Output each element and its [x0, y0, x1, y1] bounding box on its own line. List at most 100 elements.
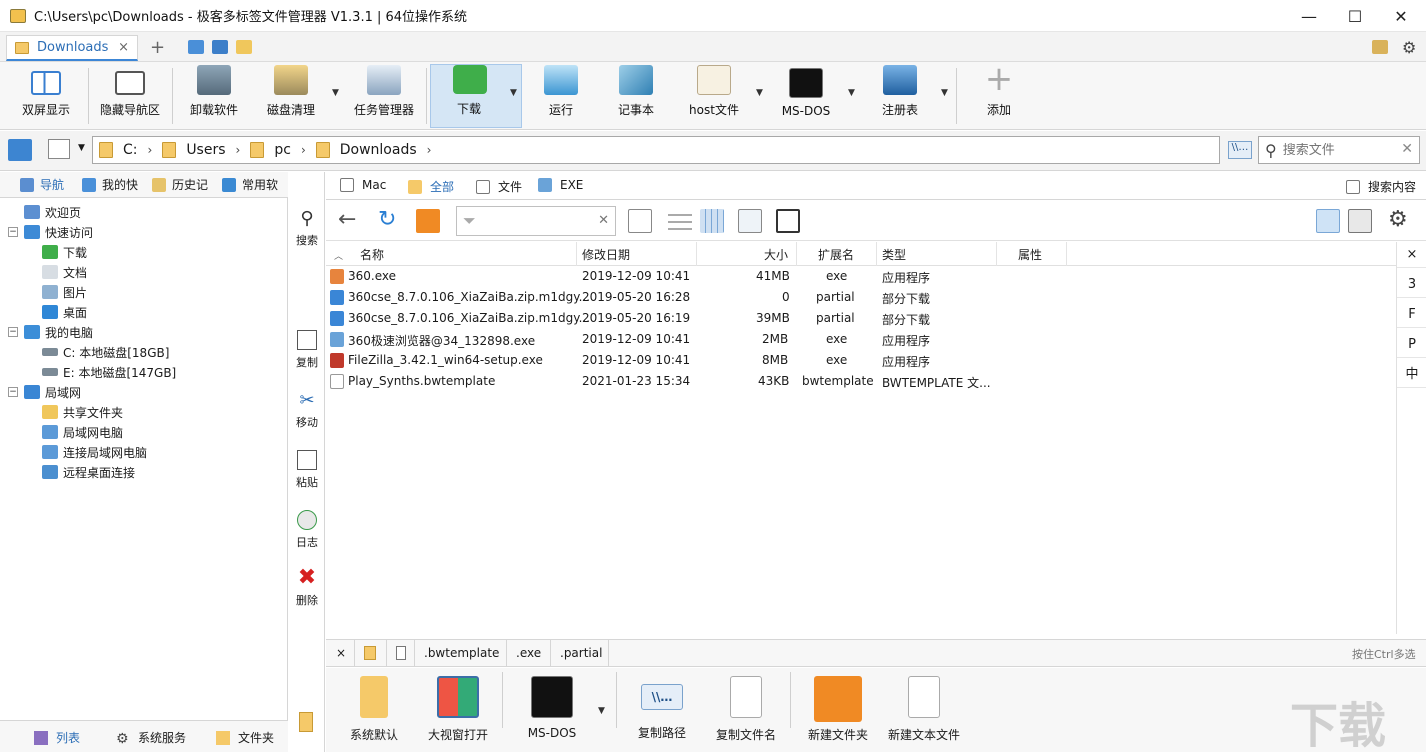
index-3[interactable]: 3 [1397, 272, 1426, 298]
folder-icon[interactable] [299, 712, 313, 732]
msdos-button[interactable]: MS-DOS [770, 64, 842, 128]
column-modified-date[interactable]: 修改日期 [582, 246, 630, 263]
index-f[interactable]: F [1397, 302, 1426, 328]
minimize-button[interactable]: — [1286, 0, 1332, 32]
calendar-icon[interactable] [628, 209, 652, 233]
index-close[interactable]: × [1397, 242, 1426, 268]
download-dropdown[interactable]: ▼ [510, 88, 517, 98]
back-arrow-icon[interactable]: ← [338, 209, 362, 233]
share-icon[interactable] [188, 40, 204, 54]
open-external-icon[interactable] [776, 209, 800, 233]
tree-item-desktop[interactable]: 桌面 [42, 302, 87, 322]
tab-files[interactable]: 文件 [476, 178, 522, 195]
filter-input[interactable]: ⏷ ✕ [456, 206, 616, 236]
settings-gear-icon[interactable]: ⚙ [1402, 38, 1418, 57]
folder-view-icon[interactable] [212, 40, 228, 54]
tab-exe[interactable]: EXE [538, 178, 583, 192]
uninstall-button[interactable]: 卸载软件 [178, 64, 250, 128]
column-divider[interactable] [576, 242, 577, 266]
column-extension[interactable]: 扩展名 [818, 246, 854, 263]
index-p[interactable]: P [1397, 332, 1426, 358]
settings-gear-icon[interactable]: ⚙ [1388, 209, 1412, 233]
notepad-button[interactable]: 记事本 [600, 64, 672, 128]
column-divider[interactable] [796, 242, 797, 266]
disk-cleanup-dropdown[interactable]: ▼ [332, 88, 339, 98]
properties-icon[interactable] [738, 209, 762, 233]
tab-system-services[interactable]: ⚙ 系统服务 [116, 729, 186, 747]
close-button[interactable]: ✕ [1378, 0, 1424, 32]
tree-item-documents[interactable]: 文档 [42, 262, 87, 282]
folder-clock-icon[interactable] [236, 40, 252, 54]
details-view-icon[interactable] [1316, 209, 1340, 233]
tree-item-drive-c[interactable]: C: 本地磁盘[18GB] [42, 342, 169, 362]
crumb-drive[interactable]: C: › [99, 142, 152, 158]
host-file-dropdown[interactable]: ▼ [756, 88, 763, 98]
tree-item-quick-access[interactable]: − 快速访问 [8, 222, 93, 242]
tab-mac[interactable]: Mac [340, 178, 386, 192]
new-text-file-button[interactable]: 新建文本文件 [884, 676, 964, 743]
copy-path-icon[interactable]: \\… [1228, 141, 1252, 159]
settings-folder-icon[interactable] [8, 139, 32, 161]
tree-item-lan[interactable]: − 局域网 [8, 382, 81, 402]
file-row[interactable]: Play_Synths.bwtemplate 2021-01-23 15:34 … [326, 371, 1396, 392]
task-manager-button[interactable]: 任务管理器 [346, 64, 422, 128]
search-box[interactable]: ⚲ ✕ [1258, 136, 1420, 164]
log-action-button[interactable]: 日志 [289, 510, 325, 550]
column-divider[interactable] [876, 242, 877, 266]
refresh-icon[interactable]: ↻ [378, 209, 402, 233]
file-row[interactable]: 360极速浏览器@34_132898.exe 2019-12-09 10:41 … [326, 329, 1396, 350]
index-chinese[interactable]: 中 [1397, 362, 1426, 388]
list-view-icon[interactable] [668, 209, 692, 233]
tree-item-remote-desktop[interactable]: 远程桌面连接 [42, 462, 135, 482]
crumb-users[interactable]: Users › [162, 142, 240, 158]
file-row[interactable]: FileZilla_3.42.1_win64-setup.exe 2019-12… [326, 350, 1396, 371]
column-divider[interactable] [996, 242, 997, 266]
skin-icon[interactable] [1372, 40, 1388, 54]
copy-action-button[interactable]: 复制 [289, 330, 325, 370]
tab-history[interactable]: 历史记 [152, 176, 208, 193]
folder-icon[interactable] [364, 646, 376, 660]
tree-item-welcome[interactable]: 欢迎页 [24, 202, 81, 222]
clear-search-icon[interactable]: ✕ [1401, 141, 1413, 157]
tab-downloads[interactable]: Downloads × [6, 35, 138, 61]
copy-filename-button[interactable]: 复制文件名 [706, 676, 786, 743]
tree-item-connect-lan[interactable]: 连接局域网电脑 [42, 442, 147, 462]
search-input[interactable] [1282, 142, 1393, 158]
collapse-icon[interactable]: − [8, 227, 18, 237]
tree-item-drive-e[interactable]: E: 本地磁盘[147GB] [42, 362, 176, 382]
delete-action-button[interactable]: ✖ 删除 [289, 567, 325, 608]
search-content-button[interactable]: 搜索内容 [1346, 178, 1416, 195]
tab-folders[interactable]: 文件夹 [216, 729, 274, 746]
tab-list[interactable]: 列表 [34, 729, 80, 746]
clear-filter-icon[interactable]: ✕ [598, 213, 609, 228]
move-action-button[interactable]: ✂ 移动 [289, 390, 325, 430]
thumbnail-view-icon[interactable] [1348, 209, 1372, 233]
tab-close-icon[interactable]: × [118, 40, 129, 55]
msdos-dropdown[interactable]: ▼ [598, 706, 605, 716]
disk-cleanup-button[interactable]: 磁盘清理 [254, 64, 328, 128]
new-item-dropdown[interactable]: ▼ [78, 143, 85, 153]
msdos-open-button[interactable]: MS-DOS [512, 676, 592, 740]
download-button[interactable]: 下载 [430, 64, 522, 128]
registry-button[interactable]: 注册表 [864, 64, 936, 128]
new-folder-button[interactable]: 新建文件夹 [798, 676, 878, 743]
large-window-button[interactable]: 大视窗打开 [418, 676, 498, 743]
system-default-button[interactable]: 系统默认 [334, 676, 414, 743]
file-icon[interactable] [396, 646, 406, 660]
collapse-icon[interactable]: − [8, 387, 18, 397]
crumb-downloads[interactable]: Downloads › [315, 142, 431, 158]
filter-partial[interactable]: .partial [560, 646, 602, 660]
column-divider[interactable] [1066, 242, 1067, 266]
run-button[interactable]: 运行 [526, 64, 596, 128]
maximize-button[interactable]: ☐ [1332, 0, 1378, 32]
add-button[interactable]: + 添加 [962, 62, 1036, 128]
tree-item-downloads[interactable]: 下载 [42, 242, 87, 262]
tree-item-lan-computer[interactable]: 局域网电脑 [42, 422, 123, 442]
file-row[interactable]: 360cse_8.7.0.106_XiaZaiBa.zip.m1dgy... 2… [326, 287, 1396, 308]
crumb-pc[interactable]: pc › [250, 142, 306, 158]
paste-action-button[interactable]: 粘贴 [289, 450, 325, 490]
host-file-button[interactable]: host文件 [676, 64, 752, 128]
new-folder-icon[interactable] [416, 209, 440, 233]
file-row[interactable]: 360.exe 2019-12-09 10:41 41MB exe 应用程序 [326, 266, 1396, 287]
tree-item-shared-folder[interactable]: 共享文件夹 [42, 402, 123, 422]
